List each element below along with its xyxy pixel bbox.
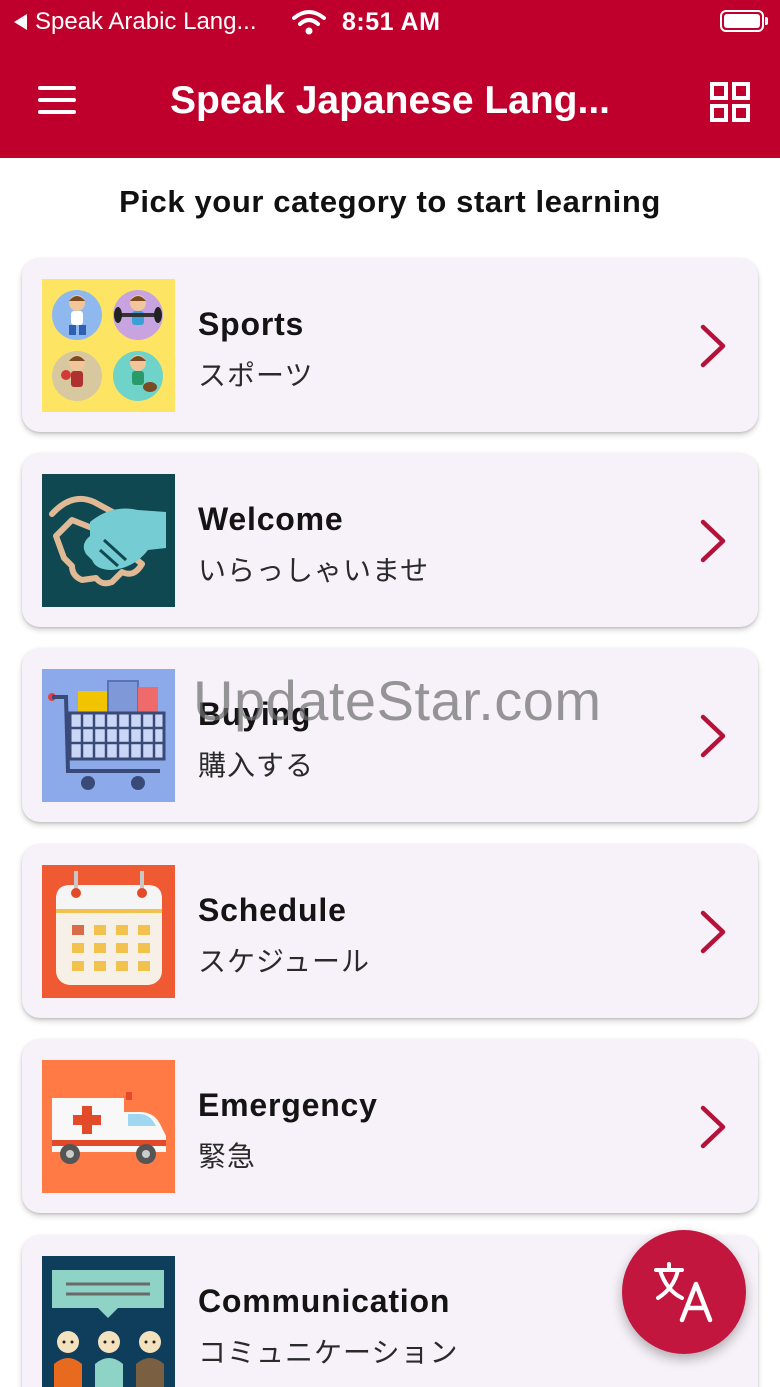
- category-title: Welcome: [198, 501, 344, 537]
- battery-icon: [720, 10, 768, 32]
- ambulance-icon: [42, 1060, 175, 1193]
- category-translation: スポーツ: [198, 360, 314, 391]
- translate-button[interactable]: [622, 1230, 746, 1354]
- shopping-cart-icon: [42, 669, 175, 802]
- category-card-schedule[interactable]: Schedule スケジュール: [22, 844, 758, 1018]
- category-title: Communication: [198, 1283, 451, 1319]
- handshake-icon: [42, 474, 175, 607]
- chevron-right-icon: [700, 714, 726, 758]
- page-subtitle: Pick your category to start learning: [119, 184, 661, 219]
- grid-view-icon[interactable]: [710, 82, 750, 122]
- category-title: Sports: [198, 306, 305, 342]
- calendar-icon: [42, 865, 175, 998]
- category-translation: 緊急: [198, 1141, 257, 1172]
- app-bar: Speak Japanese Lang...: [0, 44, 780, 158]
- chevron-right-icon: [700, 519, 726, 563]
- chevron-right-icon: [700, 910, 726, 954]
- back-arrow-icon: [14, 14, 27, 30]
- translate-icon: [654, 1262, 713, 1323]
- category-translation: スケジュール: [198, 946, 371, 977]
- sports-icon: [42, 279, 175, 412]
- communication-icon: [42, 1256, 175, 1387]
- status-bar: Speak Arabic Lang... 8:51 AM: [0, 0, 780, 44]
- category-title: Schedule: [198, 892, 347, 928]
- category-card-sports[interactable]: Sports スポーツ: [22, 258, 758, 432]
- chevron-right-icon: [700, 324, 726, 368]
- chevron-right-icon: [700, 1105, 726, 1149]
- status-time: 8:51 AM: [342, 8, 441, 36]
- category-title: Emergency: [198, 1087, 378, 1123]
- category-translation: コミュニケーション: [198, 1337, 459, 1368]
- category-card-emergency[interactable]: Emergency 緊急: [22, 1039, 758, 1213]
- category-translation: 購入する: [198, 750, 315, 781]
- category-translation: いらっしゃいませ: [198, 555, 430, 586]
- wifi-icon: [292, 10, 326, 35]
- app-title: Speak Japanese Lang...: [169, 79, 611, 122]
- category-card-welcome[interactable]: Welcome いらっしゃいませ: [22, 453, 758, 627]
- back-app-label: Speak Arabic Lang...: [35, 8, 257, 35]
- watermark: UpdateStar.com: [193, 669, 602, 732]
- back-to-app-link[interactable]: Speak Arabic Lang...: [14, 6, 256, 38]
